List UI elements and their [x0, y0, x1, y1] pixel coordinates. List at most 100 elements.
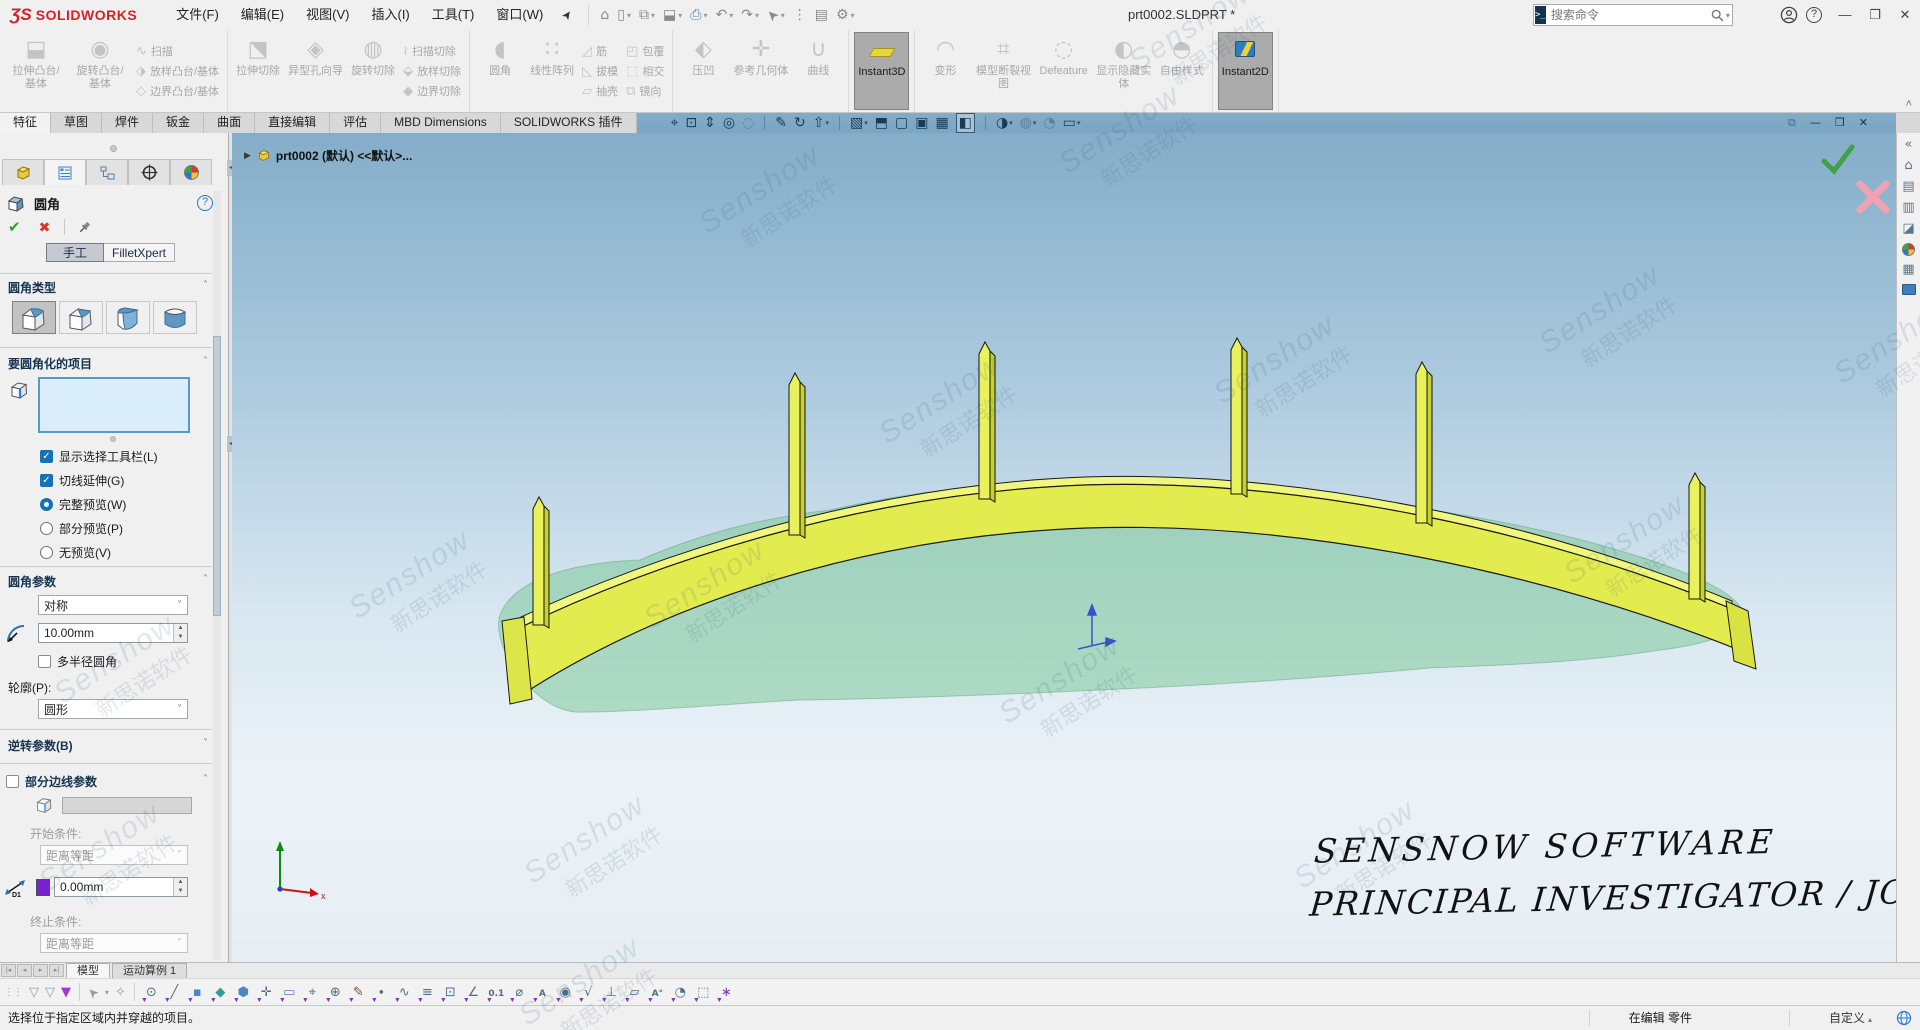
restore-button[interactable]: ❐	[1860, 0, 1890, 30]
help-icon[interactable]: ?	[1806, 7, 1822, 23]
full-preview-radio[interactable]: 完整预览(W)	[40, 496, 126, 513]
boundary-boss-base-button[interactable]: ◇边界凸台/基体	[136, 82, 219, 100]
rib-button[interactable]: ◿筋	[582, 42, 618, 60]
face-fillet-option[interactable]	[106, 301, 150, 334]
taskpane-collapse-icon[interactable]: «	[1905, 138, 1913, 152]
close-button[interactable]: ✕	[1890, 0, 1920, 30]
show-selection-toolbar-checkbox[interactable]: ✓ 显示选择工具栏(L)	[40, 448, 158, 465]
tab-features[interactable]: 特征	[0, 113, 51, 133]
filter-geometric-tolerances-icon[interactable]: ▱▼	[623, 983, 646, 1001]
lofted-cut-button[interactable]: ⬙放样切除	[403, 62, 461, 80]
file-explorer-icon[interactable]: ▥	[1902, 201, 1914, 215]
filter-axes-icon[interactable]: ✛▼	[255, 983, 278, 1001]
section-view-icon[interactable]: ✎	[775, 114, 787, 132]
revolved-cut-button[interactable]: ◍旋转切除	[348, 32, 398, 110]
zoom-to-fit-icon[interactable]: ⌖	[671, 114, 679, 132]
collapse-icon[interactable]: ˄	[203, 356, 208, 367]
motion-study-tab[interactable]: 运动算例 1	[112, 963, 187, 978]
filter-surface-bodies-icon[interactable]: ◆▼	[209, 983, 232, 1001]
open-icon[interactable]: ⧉▾	[636, 5, 658, 25]
listbox-resize-grip[interactable]	[110, 436, 116, 442]
configurationmanager-tab[interactable]	[86, 159, 128, 185]
variable-size-fillet-option[interactable]	[59, 301, 103, 334]
rebuild-icon[interactable]: ⋮	[790, 5, 810, 25]
design-library-icon[interactable]: ▤	[1902, 180, 1914, 194]
intersect-button[interactable]: ⬚相交	[626, 62, 664, 80]
zoom-in-out-icon[interactable]: ⇕	[704, 114, 716, 132]
previous-view-icon[interactable]: ◎	[723, 114, 735, 132]
appearances-scenes-icon[interactable]	[1902, 243, 1915, 256]
search-input[interactable]	[1546, 8, 1711, 22]
menu-view[interactable]: 视图(V)	[295, 0, 360, 30]
menu-edit[interactable]: 编辑(E)	[230, 0, 295, 30]
lofted-boss-base-button[interactable]: ⬗放样凸台/基体	[136, 62, 219, 80]
filter-weld-symbols-icon[interactable]: √▼	[577, 983, 600, 1001]
freeform-button[interactable]: ◓自由样式	[1157, 32, 1207, 110]
fillet-button[interactable]: ◖圆角	[475, 32, 525, 110]
offset-distance-input[interactable]: 0.00mm ▲▼	[54, 877, 188, 897]
redo-icon[interactable]: ↷▾	[738, 5, 762, 25]
tree-item-label[interactable]: prt0002 (默认) <<默认>...	[276, 147, 412, 164]
zoom-to-area-icon[interactable]: ⊡	[685, 114, 697, 132]
filter-centerlines-icon[interactable]: ∠▼	[462, 983, 485, 1001]
new-document-icon[interactable]: ▯▾	[614, 5, 634, 25]
offset-spinner[interactable]: ▲▼	[173, 878, 187, 896]
partial-preview-radio[interactable]: 部分预览(P)	[40, 520, 123, 537]
print-icon[interactable]: ⎙▾	[687, 5, 710, 25]
filter-edit-icon[interactable]: ▽	[45, 985, 55, 1000]
minimize-button[interactable]: —	[1830, 0, 1860, 30]
end-condition-dropdown[interactable]: 距离等距˅	[40, 933, 188, 953]
constant-size-fillet-option[interactable]	[12, 301, 56, 334]
shaded-icon[interactable]: ▦	[935, 114, 948, 132]
scrollbar-thumb[interactable]	[213, 336, 221, 616]
model-break-view-button[interactable]: ⌗模型断裂视图	[972, 32, 1034, 110]
filter-origins-icon[interactable]: ⌖▼	[301, 983, 324, 1001]
filter-coordinate-systems-icon[interactable]: ⊕▼	[324, 983, 347, 1001]
doc-restore-button[interactable]: ❐	[1835, 116, 1845, 130]
tab-sheet-metal[interactable]: 钣金	[153, 113, 204, 133]
select-icon[interactable]: ➤▾	[764, 5, 788, 25]
feature-tree-breadcrumb[interactable]: ▶ prt0002 (默认) <<默认>...	[244, 147, 412, 164]
tab-sketch[interactable]: 草图	[51, 113, 102, 133]
next-tab-button[interactable]: ▸	[33, 964, 48, 977]
globe-icon[interactable]	[1896, 1010, 1912, 1026]
view-settings-icon[interactable]: ▭▾	[1063, 114, 1081, 132]
tab-surfaces[interactable]: 曲面	[204, 113, 255, 133]
profile-dropdown[interactable]: 圆形˅	[38, 699, 188, 719]
menu-insert[interactable]: 插入(I)	[360, 0, 420, 30]
toolbar-drag-handle[interactable]: ⋮⋮	[4, 987, 22, 998]
filter-dimensions-icon[interactable]: 0.1▼	[485, 983, 508, 1001]
menu-tools[interactable]: 工具(T)	[421, 0, 486, 30]
curves-button[interactable]: ∪曲线	[793, 32, 843, 110]
options-icon[interactable]: ⚙▾	[833, 5, 858, 25]
home-taskpane-icon[interactable]: ⌂	[1904, 159, 1912, 173]
manual-mode-button[interactable]: 手工	[46, 243, 104, 262]
customize-button[interactable]: 自定义▴	[1829, 1006, 1872, 1030]
defeature-button[interactable]: ◌Defeature	[1036, 32, 1090, 110]
no-preview-radio[interactable]: 无预览(V)	[40, 544, 111, 561]
undo-icon[interactable]: ↶▾	[712, 5, 736, 25]
displaymanager-tab[interactable]	[170, 159, 212, 185]
tab-solidworks-addins[interactable]: SOLIDWORKS 插件	[501, 113, 637, 133]
panel-resize-grip[interactable]	[110, 145, 117, 152]
save-icon[interactable]: ⬓▾	[660, 5, 685, 25]
hide-show-items-icon[interactable]: ◑▾	[996, 114, 1013, 132]
caret-icon[interactable]: ▾	[105, 988, 109, 997]
draft-button[interactable]: ◺拔模	[582, 62, 618, 80]
solidworks-resources-icon[interactable]	[1902, 284, 1916, 295]
doc-new-window-icon[interactable]: ⧉	[1788, 116, 1796, 130]
account-icon[interactable]	[1780, 6, 1798, 24]
view-orientation-icon[interactable]: ⇧▾	[813, 114, 829, 132]
filter-connection-points-icon[interactable]: ∗▼	[715, 983, 738, 1001]
magic-wand-icon[interactable]: ✧	[115, 985, 126, 1000]
show-hide-bodies-button[interactable]: ◐显示隐藏实体	[1093, 32, 1155, 110]
radius-input[interactable]: 10.00mm ▲▼	[38, 623, 188, 643]
display-style-icon[interactable]: ▧▾	[850, 114, 868, 132]
filter-balloons-icon[interactable]: ◉▼	[554, 983, 577, 1001]
filter-solid-bodies-icon[interactable]: ⬢▼	[232, 983, 255, 1001]
extruded-boss-base-button[interactable]: ⬓拉伸凸台/基体	[5, 32, 67, 110]
wireframe-icon[interactable]: ▢	[895, 114, 908, 132]
filter-blocks-icon[interactable]: ⬚▼	[692, 983, 715, 1001]
tangent-propagation-checkbox[interactable]: ✓ 切线延伸(G)	[40, 472, 124, 489]
filter-surface-finish-icon[interactable]: ⊥▼	[600, 983, 623, 1001]
